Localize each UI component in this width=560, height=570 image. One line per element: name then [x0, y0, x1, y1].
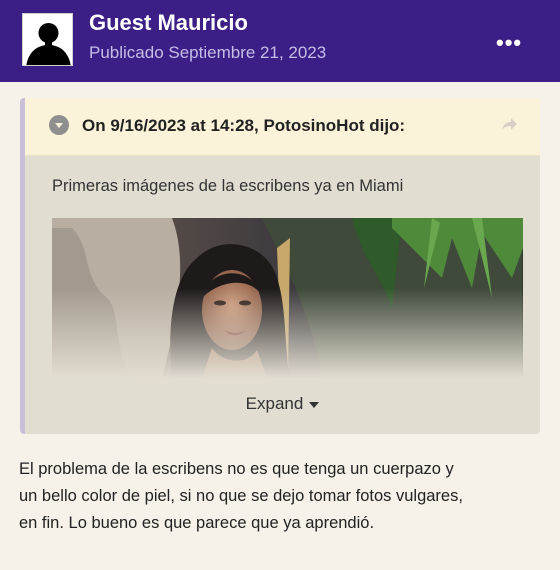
- post-header: Guest Mauricio Publicado Septiembre 21, …: [0, 0, 560, 82]
- more-options-icon[interactable]: •••: [496, 30, 522, 56]
- image-fade-overlay: [52, 288, 523, 378]
- quote-header: On 9/16/2023 at 14:28, PotosinoHot dijo:: [25, 98, 540, 156]
- expand-label: Expand: [245, 394, 304, 413]
- avatar-placeholder-icon: [23, 14, 72, 65]
- expand-button[interactable]: Expand: [25, 394, 540, 414]
- post-date: Publicado Septiembre 21, 2023: [89, 43, 327, 62]
- quote-block: On 9/16/2023 at 14:28, PotosinoHot dijo:…: [20, 98, 540, 434]
- quote-text: Primeras imágenes de la escribens ya en …: [52, 177, 404, 195]
- expand-caret-icon: [309, 401, 320, 408]
- content-line: un bello color de piel, si no que se dej…: [19, 487, 463, 505]
- quote-toggle-icon[interactable]: [49, 115, 69, 135]
- quote-citation[interactable]: On 9/16/2023 at 14:28, PotosinoHot dijo:: [82, 116, 405, 136]
- avatar[interactable]: [22, 13, 73, 66]
- share-icon[interactable]: [501, 116, 519, 137]
- author-name[interactable]: Guest Mauricio: [89, 10, 248, 36]
- quoted-photo[interactable]: [52, 218, 523, 378]
- post-content: El problema de la escribens no es que te…: [19, 456, 544, 537]
- content-line: El problema de la escribens no es que te…: [19, 460, 454, 478]
- content-line: en fin. Lo bueno es que parece que ya ap…: [19, 514, 375, 532]
